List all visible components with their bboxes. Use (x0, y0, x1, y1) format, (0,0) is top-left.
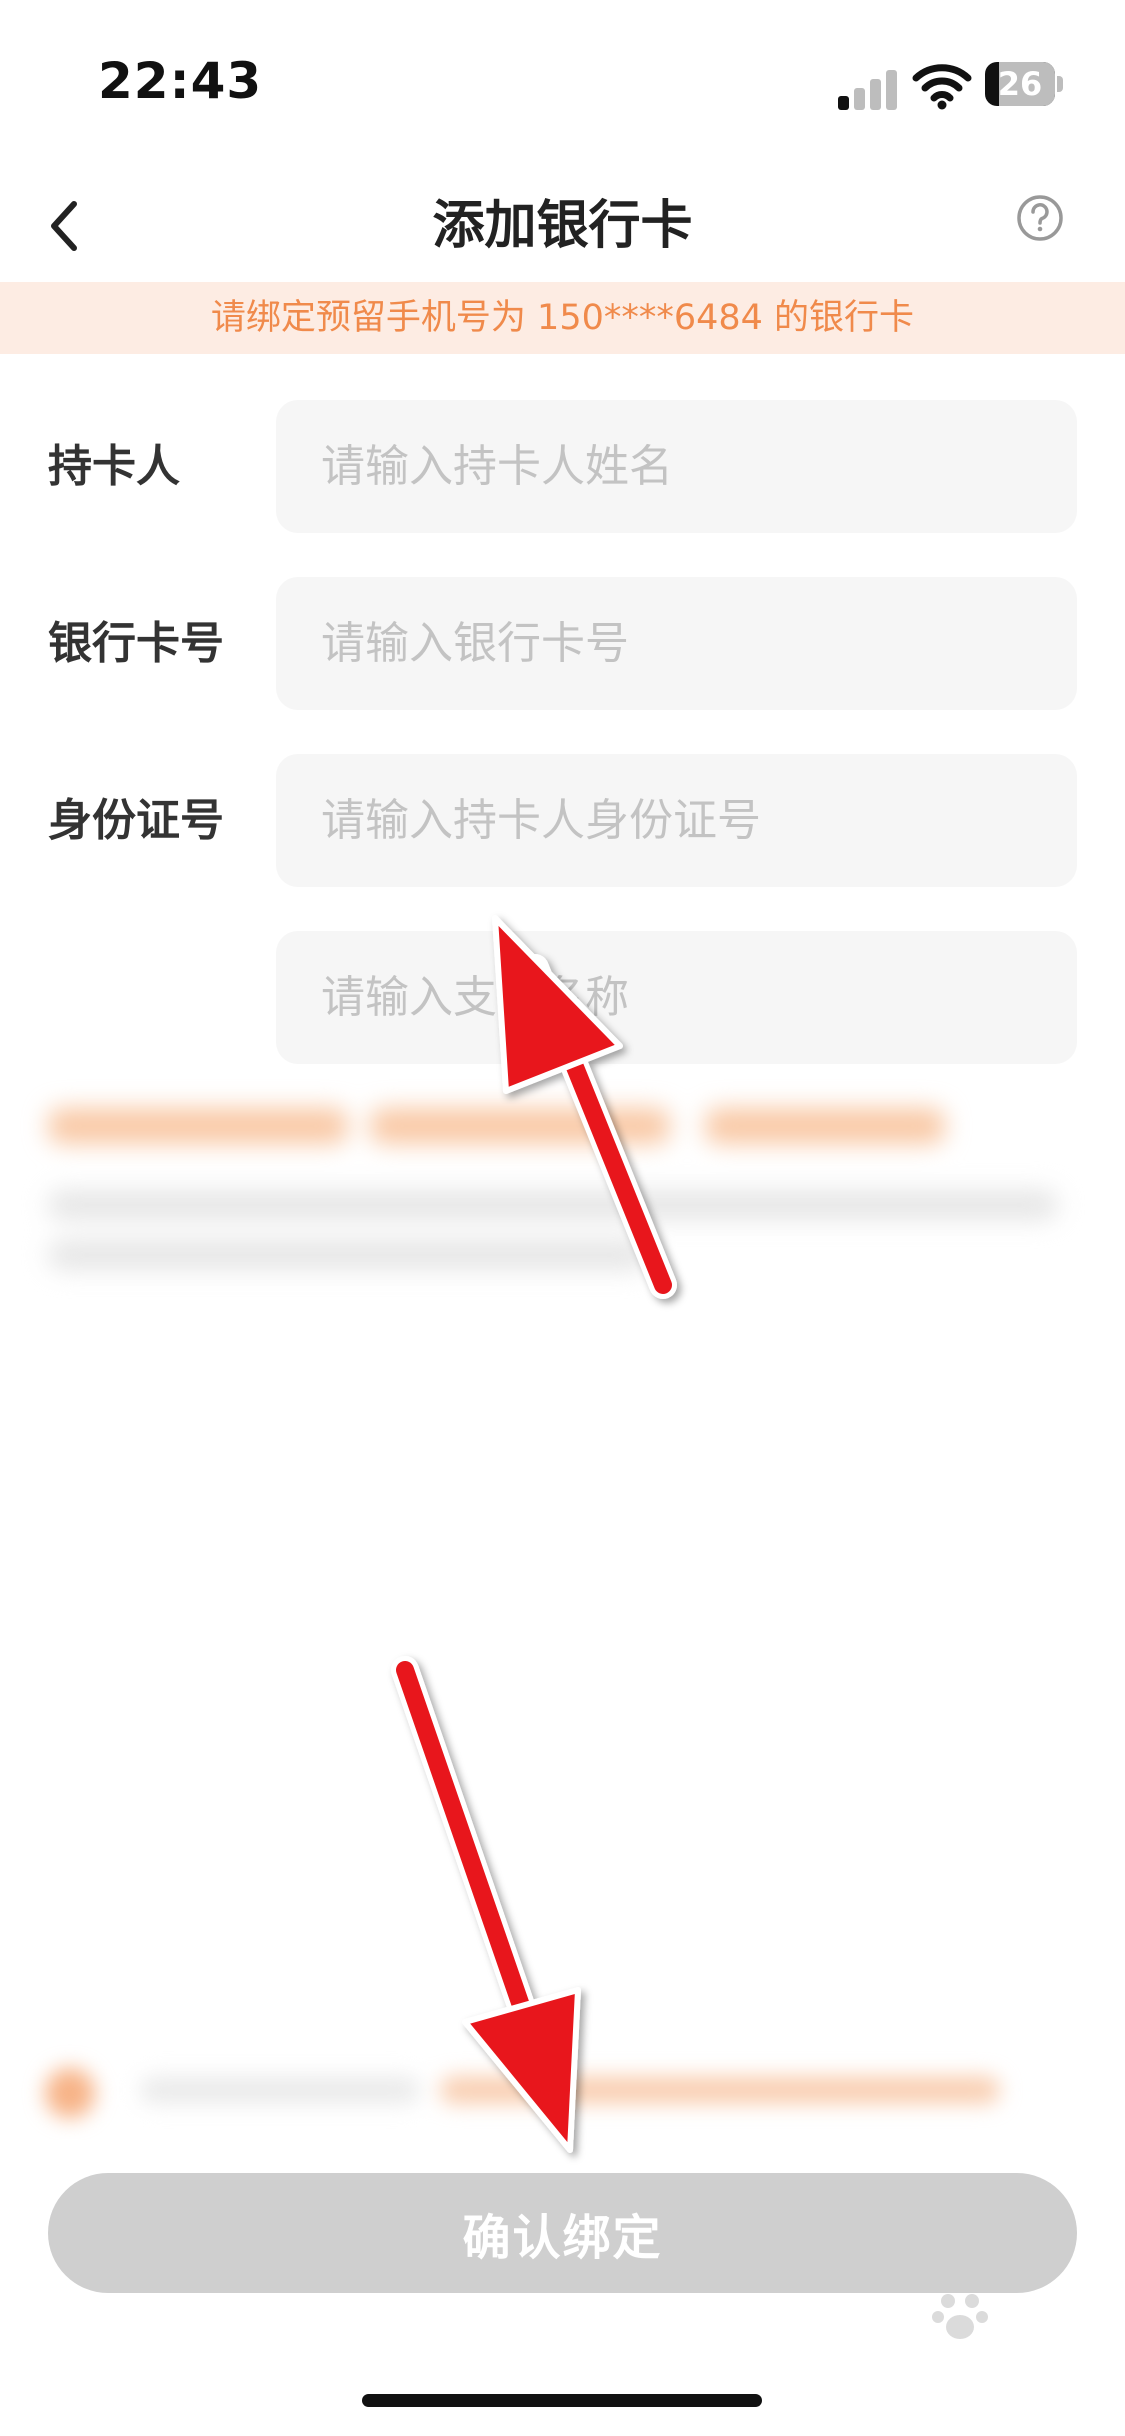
redacted-agreement-text (40, 1090, 1080, 1310)
redacted-protocol-line (30, 2060, 1030, 2120)
chevron-left-icon (51, 201, 77, 251)
home-indicator (362, 2394, 762, 2407)
branch-name-input[interactable] (276, 931, 1077, 1064)
status-time: 22:43 (98, 52, 263, 110)
card-number-input[interactable] (276, 577, 1077, 710)
id-number-row: 身份证号 (0, 754, 1125, 887)
card-number-row: 银行卡号 (0, 577, 1125, 710)
help-button[interactable] (1015, 193, 1065, 243)
phone-notice: 请绑定预留手机号为 150****6484 的银行卡 (0, 282, 1125, 354)
wifi-icon (912, 64, 972, 110)
question-circle-icon (1017, 195, 1063, 241)
back-button[interactable] (40, 190, 110, 262)
nav-bar: 添加银行卡 (0, 170, 1125, 282)
holder-name-input[interactable] (276, 400, 1077, 533)
status-bar: 22:43 26 (0, 0, 1125, 170)
id-number-label: 身份证号 (48, 795, 224, 846)
holder-row: 持卡人 (0, 400, 1125, 533)
battery-icon: 26 (985, 62, 1063, 106)
branch-row (0, 931, 1125, 1064)
card-number-label: 银行卡号 (48, 618, 224, 669)
page-title: 添加银行卡 (432, 196, 693, 256)
baidu-watermark-logo (850, 2294, 1080, 2395)
signal-icon (838, 66, 898, 110)
battery-level: 26 (997, 65, 1043, 103)
id-number-input[interactable] (276, 754, 1077, 887)
holder-label: 持卡人 (48, 441, 180, 492)
confirm-bind-button[interactable]: 确认绑定 (48, 2173, 1077, 2293)
